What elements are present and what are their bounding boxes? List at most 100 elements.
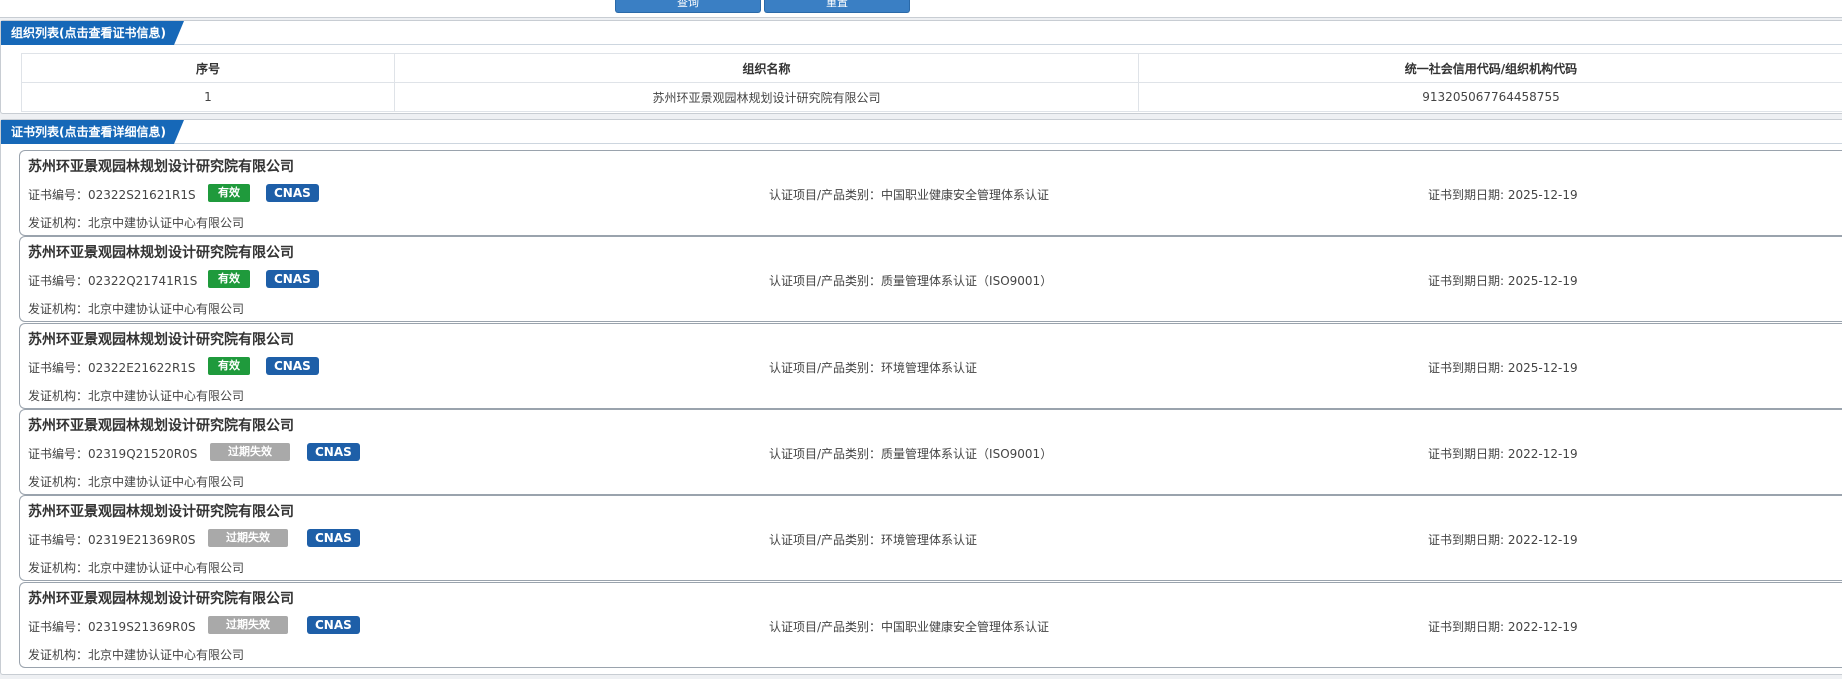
cert-list-title: 证书列表(点击查看详细信息) [1, 120, 184, 144]
cert-issuer-value: 北京中建协认证中心有限公司 [88, 216, 245, 230]
cert-expiry-value: 2025-12-19 [1507, 188, 1578, 202]
cert-number-label: 证书编号： [28, 620, 89, 634]
status-badge: 有效 [208, 357, 250, 375]
cert-item-value: 环境管理体系认证 [881, 533, 978, 547]
cert-item-value: 质量管理体系认证（ISO9001） [881, 274, 1053, 288]
cert-item-value: 中国职业健康安全管理体系认证 [881, 188, 1050, 202]
cert-expiry: 证书到期日期: 2022-12-19 [1428, 618, 1578, 635]
cert-card[interactable]: 苏州环亚景观园林规划设计研究院有限公司 证书编号：02322E21622R1S 有效… [19, 323, 1842, 409]
cert-issuer-label: 发证机构： [28, 302, 89, 316]
cert-item: 认证项目/产品类别：质量管理体系认证（ISO9001） [769, 445, 1052, 462]
cert-number: 证书编号：02319Q21520R0S [28, 445, 197, 462]
org-list-panel: 组织列表(点击查看证书信息) 序号 组织名称 统一社会信用代码/组织机构代码 1… [0, 20, 1842, 114]
cert-expiry-value: 2022-12-19 [1507, 447, 1578, 461]
col-header-org-name: 组织名称 [394, 53, 1139, 83]
cert-item-label: 认证项目/产品类别： [769, 620, 882, 634]
reset-button[interactable]: 重置 [764, 0, 910, 13]
cert-issuer: 发证机构：北京中建协认证中心有限公司 [28, 473, 244, 490]
cnas-badge: CNAS [266, 270, 319, 288]
cnas-badge: CNAS [266, 357, 319, 375]
cert-issuer-value: 北京中建协认证中心有限公司 [88, 648, 245, 662]
cert-expiry-label: 证书到期日期: [1428, 274, 1505, 288]
cert-item: 认证项目/产品类别：环境管理体系认证 [769, 531, 977, 548]
cert-card[interactable]: 苏州环亚景观园林规划设计研究院有限公司 证书编号：02319E21369R0S 过期… [19, 495, 1842, 581]
cert-org-name: 苏州环亚景观园林规划设计研究院有限公司 [28, 504, 294, 520]
table-row[interactable]: 1 苏州环亚景观园林规划设计研究院有限公司 913205067764458755 [21, 82, 1842, 112]
search-button[interactable]: 查询 [615, 0, 761, 13]
cert-org-name: 苏州环亚景观园林规划设计研究院有限公司 [28, 418, 294, 434]
cert-number: 证书编号：02319S21369R0S [28, 618, 196, 635]
cert-number-label: 证书编号： [28, 361, 89, 375]
cert-item-value: 中国职业健康安全管理体系认证 [881, 620, 1050, 634]
cert-expiry: 证书到期日期: 2022-12-19 [1428, 531, 1578, 548]
cert-card[interactable]: 苏州环亚景观园林规划设计研究院有限公司 证书编号：02319Q21520R0S 过期… [19, 409, 1842, 495]
cert-issuer: 发证机构：北京中建协认证中心有限公司 [28, 214, 244, 231]
cert-expiry-label: 证书到期日期: [1428, 533, 1505, 547]
cert-issuer-label: 发证机构： [28, 475, 89, 489]
org-table: 序号 组织名称 统一社会信用代码/组织机构代码 1 苏州环亚景观园林规划设计研究… [21, 53, 1842, 112]
cert-number: 证书编号：02319E21369R0S [28, 531, 196, 548]
panel-title-divider [1, 143, 1842, 144]
org-name[interactable]: 苏州环亚景观园林规划设计研究院有限公司 [394, 82, 1139, 112]
cnas-badge: CNAS [307, 616, 360, 634]
cert-expiry: 证书到期日期: 2025-12-19 [1428, 272, 1578, 289]
cert-issuer: 发证机构：北京中建协认证中心有限公司 [28, 559, 244, 576]
cert-expiry-label: 证书到期日期: [1428, 188, 1505, 202]
cert-number: 证书编号：02322E21622R1S [28, 359, 196, 376]
panel-title-divider [1, 44, 1842, 45]
cert-card[interactable]: 苏州环亚景观园林规划设计研究院有限公司 证书编号：02322Q21741R1S 有效… [19, 236, 1842, 322]
org-table-header: 序号 组织名称 统一社会信用代码/组织机构代码 [21, 53, 1842, 83]
cert-issuer-label: 发证机构： [28, 216, 89, 230]
org-list-title: 组织列表(点击查看证书信息) [1, 21, 184, 45]
col-header-credit-code: 统一社会信用代码/组织机构代码 [1138, 53, 1842, 83]
search-panel: 查询 重置 [0, 0, 1842, 18]
cert-issuer-value: 北京中建协认证中心有限公司 [88, 389, 245, 403]
cert-item: 认证项目/产品类别：中国职业健康安全管理体系认证 [769, 186, 1049, 203]
cert-number: 证书编号：02322Q21741R1S [28, 272, 197, 289]
cert-number-value: 02319Q21520R0S [88, 447, 198, 461]
cert-card[interactable]: 苏州环亚景观园林规划设计研究院有限公司 证书编号：02319S21369R0S 过期… [19, 582, 1842, 668]
col-header-index: 序号 [21, 53, 395, 83]
cert-expiry: 证书到期日期: 2025-12-19 [1428, 359, 1578, 376]
cert-number-label: 证书编号： [28, 447, 89, 461]
cert-issuer-label: 发证机构： [28, 389, 89, 403]
cert-org-name: 苏州环亚景观园林规划设计研究院有限公司 [28, 591, 294, 607]
cert-item-value: 质量管理体系认证（ISO9001） [881, 447, 1053, 461]
cert-number-value: 02322S21621R1S [88, 188, 196, 202]
cert-item-label: 认证项目/产品类别： [769, 447, 882, 461]
status-badge: 有效 [208, 184, 250, 202]
cert-item-label: 认证项目/产品类别： [769, 361, 882, 375]
cert-org-name: 苏州环亚景观园林规划设计研究院有限公司 [28, 159, 294, 175]
cert-issuer-label: 发证机构： [28, 561, 89, 575]
cnas-badge: CNAS [266, 184, 319, 202]
cert-item-label: 认证项目/产品类别： [769, 188, 882, 202]
cert-number-label: 证书编号： [28, 533, 89, 547]
cert-item: 认证项目/产品类别：环境管理体系认证 [769, 359, 977, 376]
cert-expiry-label: 证书到期日期: [1428, 620, 1505, 634]
cert-number-label: 证书编号： [28, 188, 89, 202]
cert-issuer-value: 北京中建协认证中心有限公司 [88, 561, 245, 575]
cert-issuer: 发证机构：北京中建协认证中心有限公司 [28, 646, 244, 663]
status-badge: 过期失效 [208, 616, 288, 634]
cert-expiry-label: 证书到期日期: [1428, 361, 1505, 375]
cert-issuer-label: 发证机构： [28, 648, 89, 662]
cert-card[interactable]: 苏州环亚景观园林规划设计研究院有限公司 证书编号：02322S21621R1S 有效… [19, 150, 1842, 236]
cert-item: 认证项目/产品类别：质量管理体系认证（ISO9001） [769, 272, 1052, 289]
cert-expiry-value: 2025-12-19 [1507, 361, 1578, 375]
cert-number-value: 02322E21622R1S [88, 361, 196, 375]
cert-issuer-value: 北京中建协认证中心有限公司 [88, 475, 245, 489]
cert-item: 认证项目/产品类别：中国职业健康安全管理体系认证 [769, 618, 1049, 635]
cert-expiry: 证书到期日期: 2022-12-19 [1428, 445, 1578, 462]
cert-issuer: 发证机构：北京中建协认证中心有限公司 [28, 387, 244, 404]
cert-expiry-label: 证书到期日期: [1428, 447, 1505, 461]
cert-expiry-value: 2022-12-19 [1507, 533, 1578, 547]
cert-issuer: 发证机构：北京中建协认证中心有限公司 [28, 300, 244, 317]
cert-number-label: 证书编号： [28, 274, 89, 288]
cnas-badge: CNAS [307, 443, 360, 461]
org-index: 1 [21, 82, 395, 112]
status-badge: 过期失效 [208, 529, 288, 547]
cert-item-label: 认证项目/产品类别： [769, 274, 882, 288]
cert-expiry-value: 2022-12-19 [1507, 620, 1578, 634]
cert-expiry-value: 2025-12-19 [1507, 274, 1578, 288]
org-credit-code: 913205067764458755 [1138, 82, 1842, 112]
